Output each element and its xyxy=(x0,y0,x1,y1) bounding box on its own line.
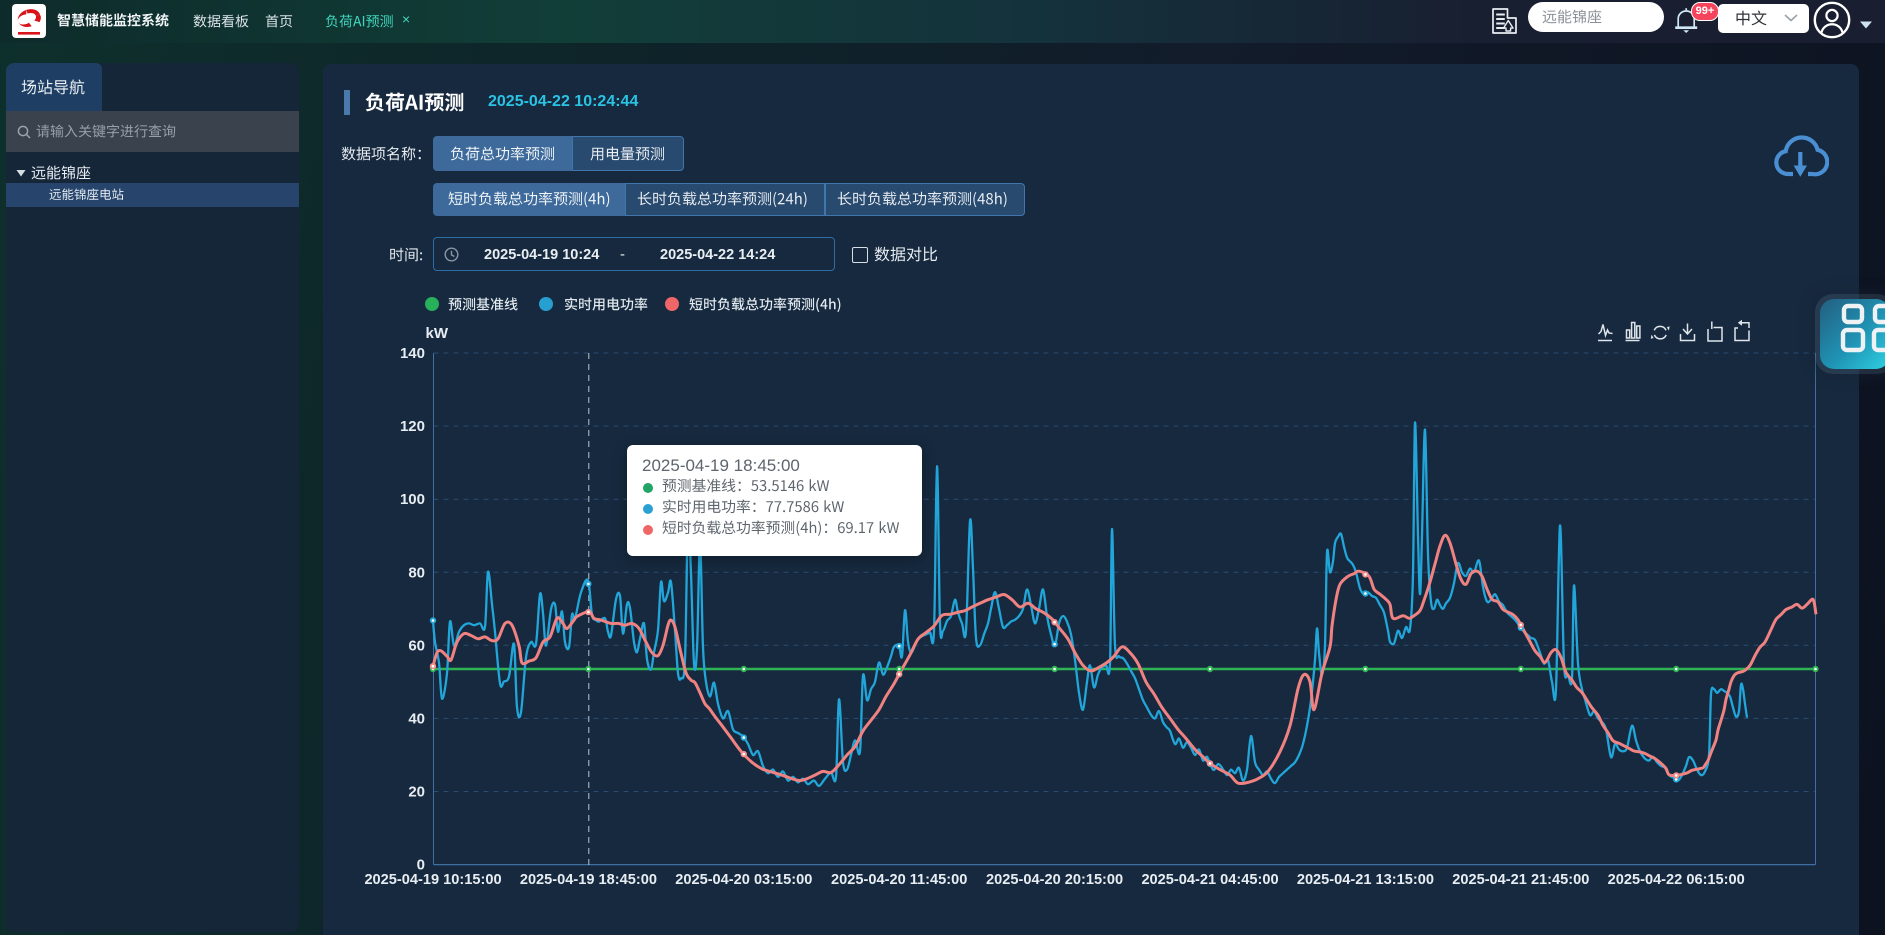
svg-text:120: 120 xyxy=(400,418,425,435)
svg-text:140: 140 xyxy=(400,345,425,362)
svg-text:2025-04-20 03:15:00: 2025-04-20 03:15:00 xyxy=(675,872,812,888)
svg-text:2025-04-20 20:15:00: 2025-04-20 20:15:00 xyxy=(986,872,1123,888)
svg-text:2025-04-22 06:15:00: 2025-04-22 06:15:00 xyxy=(1608,872,1745,888)
svg-text:100: 100 xyxy=(400,491,425,508)
svg-text:2025-04-21 21:45:00: 2025-04-21 21:45:00 xyxy=(1452,872,1589,888)
svg-text:2025-04-20 11:45:00: 2025-04-20 11:45:00 xyxy=(831,872,967,888)
svg-text:2025-04-21 13:15:00: 2025-04-21 13:15:00 xyxy=(1297,872,1434,888)
svg-text:2025-04-19 10:15:00: 2025-04-19 10:15:00 xyxy=(364,872,501,888)
svg-text:2025-04-21 04:45:00: 2025-04-21 04:45:00 xyxy=(1141,872,1278,888)
svg-text:80: 80 xyxy=(408,564,425,581)
svg-text:40: 40 xyxy=(408,710,425,727)
svg-text:20: 20 xyxy=(408,784,425,801)
svg-text:kW: kW xyxy=(426,325,449,342)
svg-text:2025-04-19 18:45:00: 2025-04-19 18:45:00 xyxy=(520,872,657,888)
svg-text:60: 60 xyxy=(408,637,425,654)
